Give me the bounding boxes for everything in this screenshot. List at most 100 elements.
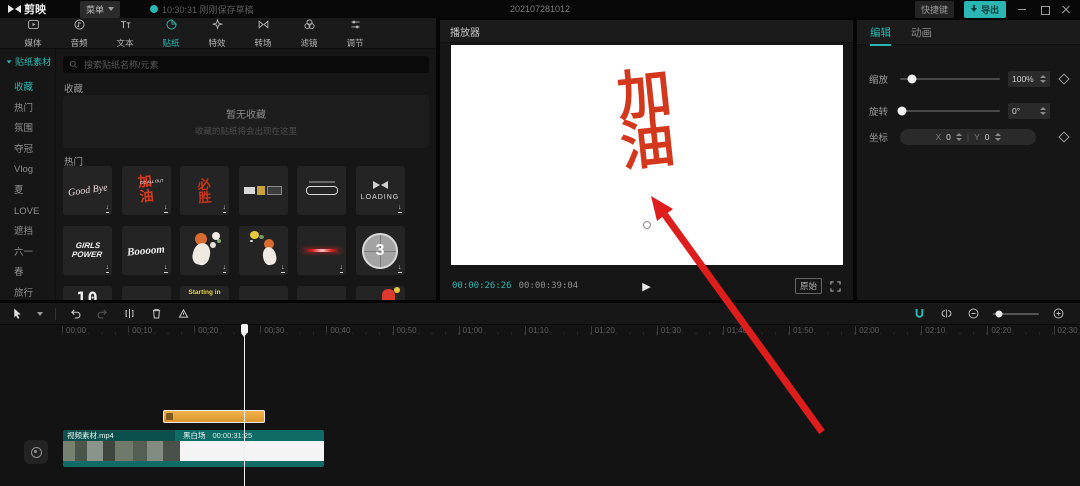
sticker-flower-girl[interactable]: ↓ xyxy=(180,226,229,275)
sticker-track-clip[interactable] xyxy=(163,410,265,423)
sticker-starting-in[interactable]: Starting in xyxy=(180,286,229,300)
position-xy-group[interactable]: X 0 | Y 0 xyxy=(900,129,1036,145)
sticker-flower-girl-2[interactable]: ↓ xyxy=(239,226,288,275)
delete-icon[interactable] xyxy=(149,306,164,321)
zoom-slider-handle[interactable] xyxy=(996,310,1003,317)
sidebar-item-氛围[interactable]: 氛围 xyxy=(0,119,55,140)
sticker-jiayou[interactable]: 加油GO ALL OUT↓ xyxy=(122,166,171,215)
sidebar-item-夺冠[interactable]: 夺冠 xyxy=(0,140,55,161)
timeline-ruler[interactable]: 00:0000:1000:2000:3000:4000:5001:0001:10… xyxy=(0,324,1080,338)
stepper-icon[interactable] xyxy=(1040,107,1046,115)
sidebar-item-LOVE[interactable]: LOVE xyxy=(0,202,55,223)
sticker-laser-line[interactable]: ↓ xyxy=(297,226,346,275)
sidebar-item-夏[interactable]: 夏 xyxy=(0,181,55,202)
stepper-icon[interactable] xyxy=(995,133,1001,141)
minimize-button[interactable] xyxy=(1016,3,1028,15)
search-box[interactable] xyxy=(63,56,429,73)
timeline-zoom-slider[interactable] xyxy=(993,313,1039,315)
maximize-button[interactable] xyxy=(1038,3,1050,15)
sticker-sticker-dark-2[interactable] xyxy=(239,286,288,300)
ribbon-item-transition[interactable]: 转场 xyxy=(244,18,282,49)
play-button[interactable]: ▶ xyxy=(642,280,650,293)
download-icon[interactable]: ↓ xyxy=(223,264,227,273)
sidebar-item-六一[interactable]: 六一 xyxy=(0,243,55,264)
zoom-out-icon[interactable] xyxy=(966,306,981,321)
download-icon[interactable]: ↓ xyxy=(398,264,402,273)
ribbon-item-text[interactable]: 文本 xyxy=(106,18,144,49)
ribbon-item-filter[interactable]: 滤镜 xyxy=(290,18,328,49)
keyframe-icon[interactable] xyxy=(1058,73,1069,84)
sticker-girls-power[interactable]: GIRLS POWER↓ xyxy=(63,226,112,275)
search-input[interactable] xyxy=(82,59,423,71)
rotate-slider-handle[interactable] xyxy=(898,107,907,116)
ruler-label: 00:00 xyxy=(62,326,86,335)
sidebar-item-收藏[interactable]: 收藏 xyxy=(0,78,55,99)
sidebar-item-春[interactable]: 春 xyxy=(0,263,55,284)
stepper-icon[interactable] xyxy=(956,133,962,141)
shortcuts-button[interactable]: 快捷键 xyxy=(915,1,954,18)
undo-icon[interactable] xyxy=(68,306,83,321)
canvas-sticker-jiayou[interactable]: 加 油 xyxy=(615,68,679,172)
download-icon[interactable]: ↓ xyxy=(340,264,344,273)
sidebar-item-热门[interactable]: 热门 xyxy=(0,99,55,120)
sticker-good-bye[interactable]: Good Bye↓ xyxy=(63,166,112,215)
download-icon[interactable]: ↓ xyxy=(223,204,227,213)
fullscreen-icon[interactable] xyxy=(830,281,841,292)
export-button[interactable]: 导出 xyxy=(964,1,1006,18)
ribbon-item-sticker[interactable]: 贴纸 xyxy=(152,18,190,49)
redo-icon[interactable] xyxy=(95,306,110,321)
scale-slider-handle[interactable] xyxy=(908,75,917,84)
video-thumbnails xyxy=(63,441,180,461)
sidebar-header[interactable]: 贴纸素材 xyxy=(0,55,55,68)
split-icon[interactable] xyxy=(122,306,137,321)
rotate-handle[interactable] xyxy=(643,221,651,229)
cover-button[interactable] xyxy=(24,440,48,464)
tab-animation[interactable]: 动画 xyxy=(911,25,932,40)
sidebar-item-旅行[interactable]: 旅行 xyxy=(0,284,55,305)
download-icon[interactable]: ↓ xyxy=(398,204,402,213)
ribbon-item-adjust[interactable]: 调节 xyxy=(336,18,374,49)
sticker-bisheng[interactable]: 必胜↓ xyxy=(180,166,229,215)
sticker-art xyxy=(267,186,282,195)
stepper-icon[interactable] xyxy=(1040,75,1046,83)
rotate-value-box[interactable]: 0° xyxy=(1008,103,1050,119)
scale-value-box[interactable]: 100% xyxy=(1008,71,1050,87)
freeze-frame-icon[interactable] xyxy=(176,306,191,321)
sticker-boooom[interactable]: Boooom↓ xyxy=(122,226,171,275)
download-icon[interactable]: ↓ xyxy=(164,204,168,213)
sticker-digital-10[interactable]: 10 xyxy=(63,286,112,300)
chevron-down-icon[interactable] xyxy=(37,312,43,316)
ruler-label: 01:20 xyxy=(591,326,615,335)
ribbon-item-media[interactable]: 媒体 xyxy=(14,18,52,49)
ratio-original-button[interactable]: 原始 xyxy=(795,278,822,294)
sticker-loading-line[interactable] xyxy=(297,166,346,215)
sticker-icon xyxy=(165,18,178,36)
zoom-in-icon[interactable] xyxy=(1051,306,1066,321)
rotate-slider[interactable] xyxy=(900,110,1000,112)
snap-magnet-icon[interactable] xyxy=(912,306,927,321)
sticker-countdown-3[interactable]: 3↓ xyxy=(356,226,405,275)
select-tool-icon[interactable] xyxy=(10,306,25,321)
timeline-link-icon[interactable] xyxy=(939,306,954,321)
download-icon[interactable]: ↓ xyxy=(106,204,110,213)
keyframe-icon[interactable] xyxy=(1058,131,1069,142)
ribbon-item-effects[interactable]: 特效 xyxy=(198,18,236,49)
sticker-red-mascot[interactable] xyxy=(356,286,405,300)
cover-icon xyxy=(31,447,42,458)
sticker-sticker-dark-1[interactable] xyxy=(122,286,171,300)
video-track-clip[interactable]: 视频素材.mp4 黑白场 00:00:31:25 xyxy=(63,430,324,467)
preview-canvas[interactable]: 加 油 xyxy=(451,45,843,265)
ribbon-item-audio[interactable]: 音频 xyxy=(60,18,98,49)
download-icon[interactable]: ↓ xyxy=(106,264,110,273)
sticker-sticker-dark-3[interactable] xyxy=(297,286,346,300)
tab-edit[interactable]: 编辑 xyxy=(870,25,891,40)
download-icon[interactable]: ↓ xyxy=(281,264,285,273)
close-button[interactable] xyxy=(1060,3,1072,15)
sidebar-item-遮挡[interactable]: 遮挡 xyxy=(0,222,55,243)
download-icon[interactable]: ↓ xyxy=(164,264,168,273)
sticker-capcut-loading[interactable]: LOADING↓ xyxy=(356,166,405,215)
sticker-caption-tags[interactable] xyxy=(239,166,288,215)
menu-button[interactable]: 菜单 xyxy=(80,1,120,18)
scale-slider[interactable] xyxy=(900,78,1000,80)
sidebar-item-Vlog[interactable]: Vlog xyxy=(0,160,55,181)
